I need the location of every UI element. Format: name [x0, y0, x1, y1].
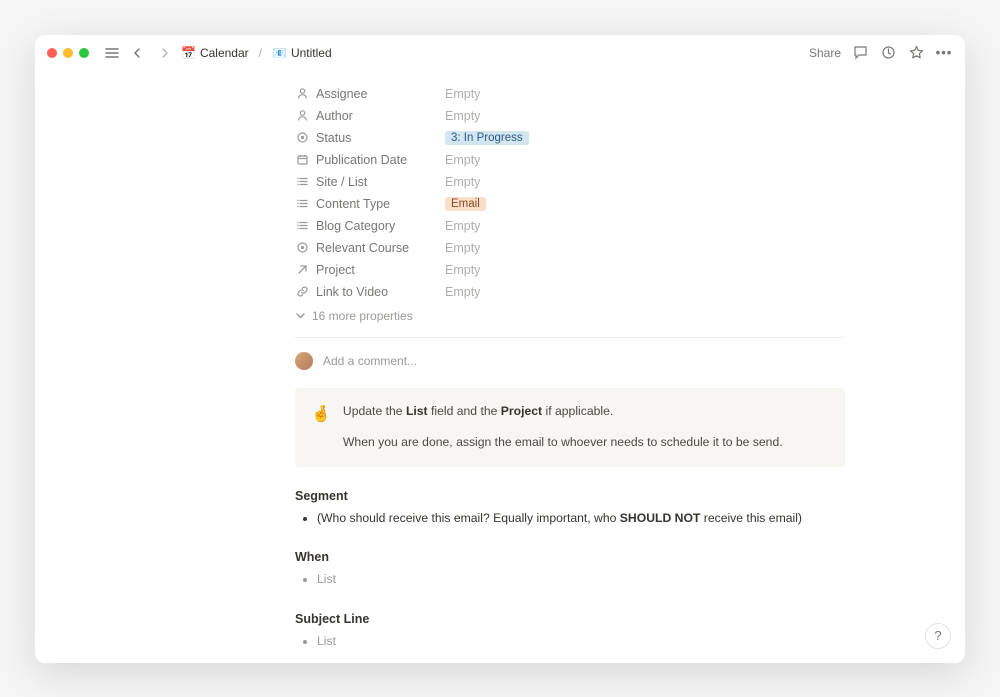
property-value[interactable]: Email	[445, 196, 486, 211]
property-value[interactable]: Empty	[445, 109, 480, 123]
properties-list: Assignee Empty Author Empty Status 3: In Prog…	[295, 83, 845, 303]
property-value[interactable]: Empty	[445, 87, 480, 101]
callout-block[interactable]: 🤞 Update the List field and the Project …	[295, 388, 845, 467]
property-row[interactable]: Project Empty	[295, 259, 845, 281]
calendar-icon	[295, 153, 309, 167]
property-row[interactable]: Link to Video Empty	[295, 281, 845, 303]
status-icon	[295, 131, 309, 145]
maximize-window-button[interactable]	[79, 48, 89, 58]
list-item[interactable]: List	[317, 632, 845, 652]
property-row[interactable]: Status 3: In Progress	[295, 127, 845, 149]
list-icon	[295, 175, 309, 189]
breadcrumb-parent-label: Calendar	[200, 46, 249, 60]
property-label: Blog Category	[316, 219, 395, 233]
property-row[interactable]: Assignee Empty	[295, 83, 845, 105]
property-label: Assignee	[316, 87, 367, 101]
property-row[interactable]: Publication Date Empty	[295, 149, 845, 171]
property-label: Content Type	[316, 197, 390, 211]
breadcrumb-page-label: Untitled	[291, 46, 332, 60]
section-heading-subject[interactable]: Subject Line	[295, 612, 845, 626]
comment-placeholder: Add a comment...	[323, 354, 417, 368]
property-row[interactable]: Author Empty	[295, 105, 845, 127]
sidebar-toggle-icon[interactable]	[103, 44, 121, 62]
property-value[interactable]: Empty	[445, 263, 480, 277]
star-icon[interactable]	[907, 44, 925, 62]
section-heading-when[interactable]: When	[295, 550, 845, 564]
comment-input-row[interactable]: Add a comment...	[295, 338, 845, 388]
page-content: Assignee Empty Author Empty Status 3: In Prog…	[35, 71, 965, 663]
property-row[interactable]: Content Type Email	[295, 193, 845, 215]
window-controls	[47, 48, 89, 58]
avatar	[295, 352, 313, 370]
status-icon	[295, 241, 309, 255]
share-button[interactable]: Share	[809, 46, 841, 60]
property-label: Publication Date	[316, 153, 407, 167]
breadcrumb-parent[interactable]: 📅 Calendar	[181, 46, 249, 60]
property-value[interactable]: Empty	[445, 175, 480, 189]
person-icon	[295, 87, 309, 101]
property-row[interactable]: Blog Category Empty	[295, 215, 845, 237]
calendar-emoji-icon: 📅	[181, 46, 196, 60]
topbar: 📅 Calendar / 📧 Untitled Share •••	[35, 35, 965, 71]
arrow-icon	[295, 263, 309, 277]
property-value[interactable]: 3: In Progress	[445, 130, 529, 145]
property-label: Project	[316, 263, 355, 277]
property-label: Status	[316, 131, 351, 145]
property-label: Site / List	[316, 175, 367, 189]
property-row[interactable]: Site / List Empty	[295, 171, 845, 193]
clock-icon[interactable]	[879, 44, 897, 62]
breadcrumb-separator: /	[259, 46, 262, 60]
topbar-actions: Share •••	[809, 44, 953, 62]
link-icon	[295, 285, 309, 299]
property-value[interactable]: Empty	[445, 219, 480, 233]
list-item[interactable]: (Who should receive this email? Equally …	[317, 509, 845, 529]
breadcrumb-page[interactable]: 📧 Untitled	[272, 46, 332, 60]
list-item[interactable]: List	[317, 570, 845, 590]
property-label: Link to Video	[316, 285, 388, 299]
property-value[interactable]: Empty	[445, 285, 480, 299]
list-icon	[295, 197, 309, 211]
property-label: Relevant Course	[316, 241, 409, 255]
more-properties-label: 16 more properties	[312, 309, 413, 323]
comments-icon[interactable]	[851, 44, 869, 62]
close-window-button[interactable]	[47, 48, 57, 58]
section-heading-segment[interactable]: Segment	[295, 489, 845, 503]
chevron-down-icon	[295, 310, 306, 321]
property-row[interactable]: Relevant Course Empty	[295, 237, 845, 259]
more-menu-icon[interactable]: •••	[935, 44, 953, 62]
back-button[interactable]	[129, 44, 147, 62]
more-properties-toggle[interactable]: 16 more properties	[295, 309, 845, 338]
property-value[interactable]: Empty	[445, 241, 480, 255]
list-icon	[295, 219, 309, 233]
page-emoji-icon: 📧	[272, 46, 287, 60]
person-icon	[295, 109, 309, 123]
callout-text: Update the List field and the Project if…	[343, 402, 783, 453]
property-label: Author	[316, 109, 353, 123]
property-value[interactable]: Empty	[445, 153, 480, 167]
app-window: 📅 Calendar / 📧 Untitled Share ••• Assign…	[35, 35, 965, 663]
help-button[interactable]: ?	[925, 623, 951, 649]
forward-button[interactable]	[155, 44, 173, 62]
fingers-crossed-emoji-icon: 🤞	[311, 402, 331, 453]
minimize-window-button[interactable]	[63, 48, 73, 58]
